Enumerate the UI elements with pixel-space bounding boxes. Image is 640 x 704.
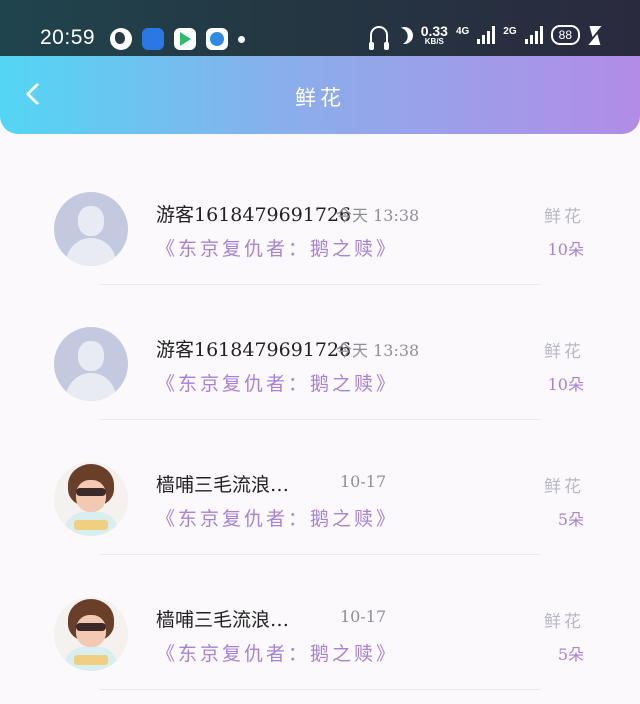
page-title: 鲜花 — [295, 86, 345, 110]
gift-type: 鲜花 — [544, 342, 584, 362]
charging-bolt-icon — [586, 25, 602, 37]
list-item[interactable]: 樯哺三毛流浪… 10-17 《东京复仇者：鹅之赎》 鲜花 5朵 — [0, 420, 640, 555]
do-not-disturb-moon-icon — [393, 23, 416, 46]
gift-time: 今天 13:38 — [336, 206, 420, 225]
sender-name: 游客1618479691726 — [156, 204, 352, 226]
signal-bars-icon-2 — [524, 26, 543, 44]
sender-name: 樯哺三毛流浪… — [156, 609, 290, 631]
list-item[interactable]: 樯哺三毛流浪… 10-17 《东京复仇者：鹅之赎》 鲜花 5朵 — [0, 555, 640, 690]
work-title[interactable]: 《东京复仇者：鹅之赎》 — [156, 504, 398, 531]
play-store-icon — [174, 28, 196, 50]
list-item[interactable]: 游客1618479691726 今天 13:38 《东京复仇者：鹅之赎》 鲜花 … — [0, 150, 640, 285]
network-type-1: 4G — [455, 26, 470, 37]
gift-count: 10朵 — [547, 240, 584, 259]
network-speed-unit: KB/S — [424, 37, 444, 46]
sender-name: 樯哺三毛流浪… — [156, 474, 290, 496]
system-status: 0.33 KB/S 4G 2G 88 — [368, 23, 602, 50]
notification-icons — [110, 28, 245, 50]
blue-circle-app-icon — [206, 28, 228, 50]
network-speed-value: 0.33 — [420, 23, 448, 39]
work-title[interactable]: 《东京复仇者：鹅之赎》 — [156, 639, 398, 666]
gift-type: 鲜花 — [544, 207, 584, 227]
list-item[interactable]: 游客1618479691726 今天 13:38 《东京复仇者：鹅之赎》 鲜花 … — [0, 285, 640, 420]
status-time: 20:59 — [40, 26, 96, 49]
more-notifications-dot-icon — [238, 35, 245, 43]
battery-level: 88 — [550, 25, 580, 45]
headset-icon — [368, 26, 389, 50]
work-title[interactable]: 《东京复仇者：鹅之赎》 — [156, 369, 398, 396]
gift-type: 鲜花 — [544, 612, 584, 632]
photo-avatar[interactable] — [54, 462, 128, 536]
android-app-icon — [142, 28, 164, 50]
photo-avatar[interactable] — [54, 597, 128, 671]
gift-count: 10朵 — [547, 375, 584, 394]
gift-time: 今天 13:38 — [336, 341, 420, 360]
row-divider — [100, 689, 540, 690]
network-type-2: 2G — [503, 26, 517, 37]
gift-time: 10-17 — [340, 607, 387, 626]
default-avatar[interactable] — [54, 327, 128, 401]
gift-time: 10-17 — [340, 472, 387, 491]
work-title[interactable]: 《东京复仇者：鹅之赎》 — [156, 234, 398, 261]
gift-type: 鲜花 — [544, 477, 584, 497]
signal-bars-icon-1 — [477, 26, 496, 44]
status-bar: 20:59 0.33 KB/S 4G 2G 88 — [0, 0, 640, 56]
gift-count: 5朵 — [557, 510, 584, 529]
app-header: 鲜花 — [0, 56, 640, 134]
gift-count: 5朵 — [557, 645, 584, 664]
network-speed: 0.33 KB/S — [421, 24, 448, 46]
sender-name: 游客1618479691726 — [156, 339, 352, 361]
globe-app-icon — [110, 28, 132, 50]
flower-gift-list: 游客1618479691726 今天 13:38 《东京复仇者：鹅之赎》 鲜花 … — [0, 150, 640, 690]
default-avatar[interactable] — [54, 192, 128, 266]
